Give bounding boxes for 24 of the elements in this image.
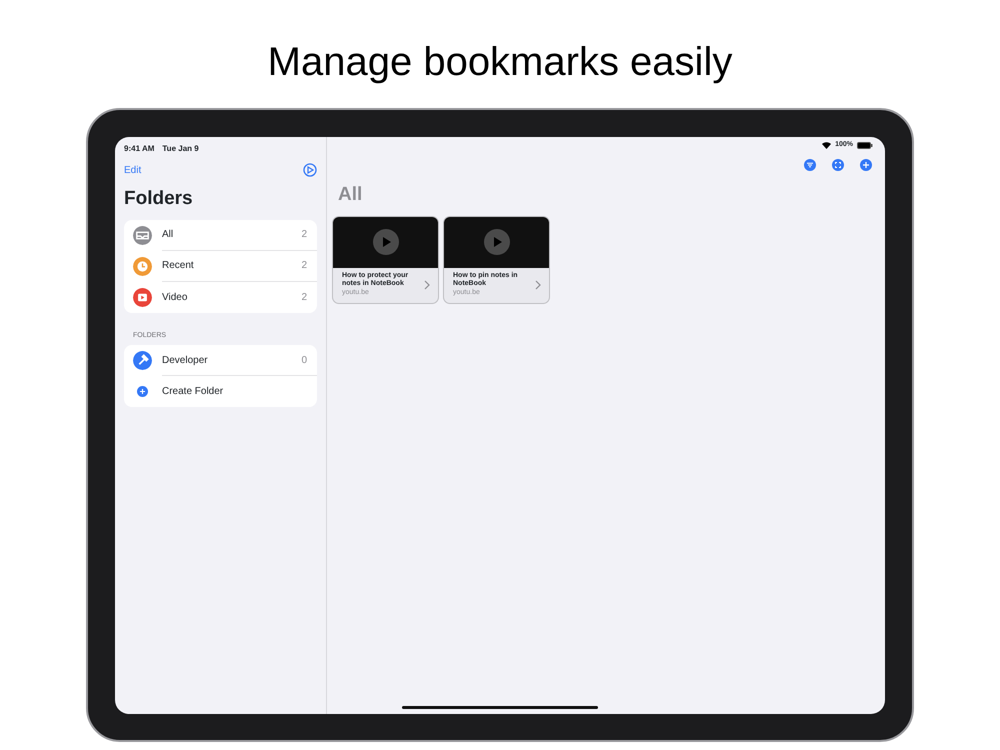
battery-icon (857, 142, 873, 149)
play-icon (484, 229, 510, 255)
status-date: Tue Jan 9 (162, 143, 199, 155)
create-folder-label[interactable]: Create Folder (162, 384, 224, 399)
add-icon[interactable] (860, 159, 872, 171)
play-icon (372, 229, 398, 255)
folder-label[interactable]: All (162, 227, 174, 242)
edit-link[interactable]: Edit (124, 162, 142, 178)
chevron-icon (424, 280, 430, 290)
item-count: 2 (301, 290, 307, 304)
item-count: 0 (301, 354, 307, 368)
fullscreen-icon[interactable] (832, 159, 844, 171)
status-time: 9:41 AM (124, 143, 154, 155)
item-count: 2 (301, 259, 307, 273)
sidebar-title: Folders (124, 187, 194, 211)
filter-icon[interactable] (804, 159, 816, 171)
folder-label[interactable]: Recent (162, 258, 194, 273)
detail-title: All (337, 183, 364, 207)
headline: Manage bookmarks easily (266, 39, 734, 86)
wifi-icon (822, 142, 832, 149)
item-count: 2 (301, 228, 307, 242)
folder-label[interactable]: Video (162, 290, 188, 304)
chevron-icon (535, 280, 541, 290)
folder-label[interactable]: Developer (162, 352, 208, 368)
